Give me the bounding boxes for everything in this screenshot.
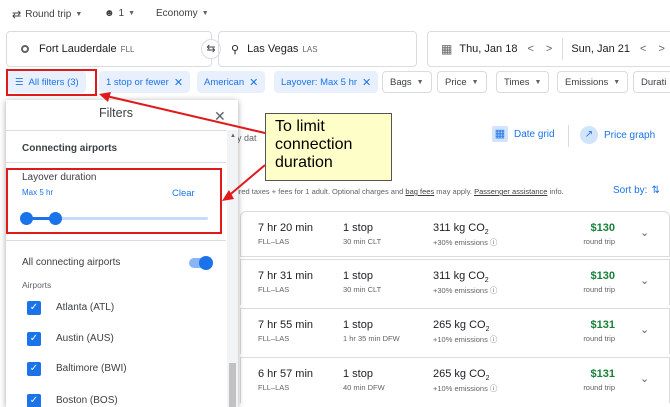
annotation-arrow-filters: [101, 94, 266, 134]
annotation-arrow-layover: [225, 164, 266, 199]
callout-line: To limit: [275, 118, 325, 135]
annotation-arrows: [99, 92, 266, 201]
annotation-callout: To limit connection duration: [265, 113, 392, 181]
callout-line: duration: [275, 154, 333, 171]
callout-line: connection: [275, 136, 353, 153]
arrowhead-icon: [99, 92, 111, 102]
